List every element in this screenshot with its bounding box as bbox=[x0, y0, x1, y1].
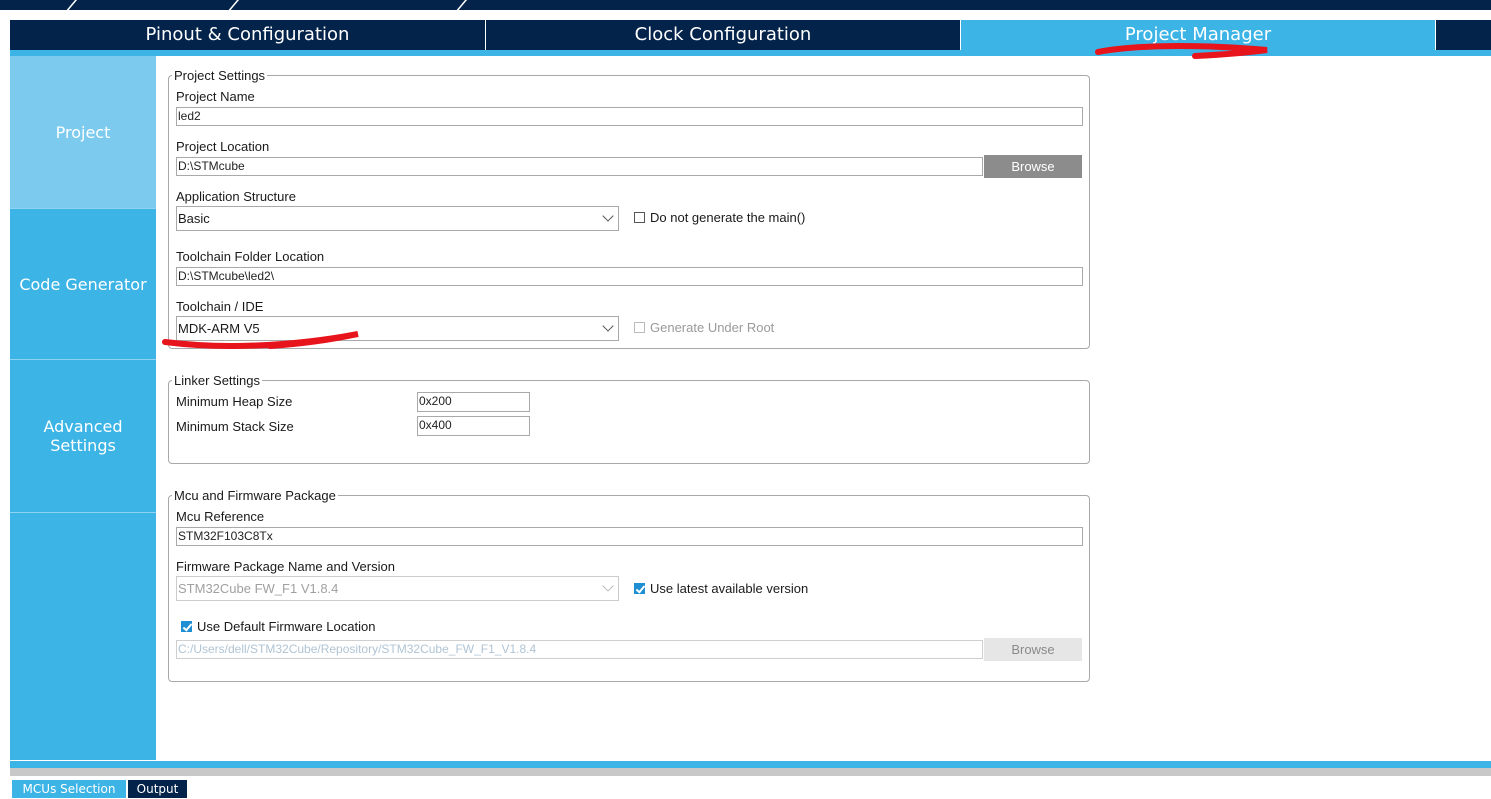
chevron-down-icon bbox=[602, 210, 614, 222]
use-default-firmware-location-checkbox[interactable]: Use Default Firmware Location bbox=[181, 619, 375, 634]
breadcrumb-separator bbox=[453, 0, 469, 10]
firmware-package-value: STM32Cube FW_F1 V1.8.4 bbox=[178, 581, 339, 596]
breadcrumb-separator bbox=[225, 0, 241, 10]
mcu-reference-input[interactable]: STM32F103C8Tx bbox=[176, 527, 1083, 546]
toolchain-folder-input[interactable]: D:\STMcube\led2\ bbox=[176, 267, 1083, 286]
heap-size-label: Minimum Heap Size bbox=[176, 394, 293, 409]
breadcrumb-strip bbox=[0, 0, 1491, 10]
project-name-input[interactable]: led2 bbox=[176, 107, 1083, 126]
do-not-generate-main-label: Do not generate the main() bbox=[650, 210, 806, 225]
tab-mcus-selection[interactable]: MCUs Selection bbox=[12, 780, 126, 798]
linker-settings-group: Linker Settings bbox=[168, 373, 1090, 464]
chevron-down-icon bbox=[602, 580, 614, 592]
sidebar-item-code-generator[interactable]: Code Generator bbox=[10, 209, 156, 359]
tab-pinout-configuration[interactable]: Pinout & Configuration bbox=[10, 20, 485, 50]
toolchain-ide-label: Toolchain / IDE bbox=[176, 299, 264, 314]
sidebar-divider bbox=[10, 512, 156, 513]
project-location-input[interactable]: D:\STMcube bbox=[176, 157, 983, 176]
tab-clock-configuration[interactable]: Clock Configuration bbox=[486, 20, 960, 50]
firmware-location-browse-button[interactable]: Browse bbox=[984, 638, 1082, 661]
sidebar-item-advanced-settings[interactable]: Advanced Settings bbox=[10, 360, 156, 512]
application-structure-select[interactable]: Basic bbox=[176, 206, 619, 231]
generate-under-root-label: Generate Under Root bbox=[650, 320, 775, 335]
checkbox-checked-icon bbox=[181, 621, 192, 632]
sidebar-item-project[interactable]: Project bbox=[10, 56, 156, 208]
mcu-firmware-legend: Mcu and Firmware Package bbox=[174, 488, 336, 503]
heap-size-input[interactable]: 0x200 bbox=[417, 392, 530, 412]
firmware-package-select[interactable]: STM32Cube FW_F1 V1.8.4 bbox=[176, 576, 619, 601]
firmware-package-label: Firmware Package Name and Version bbox=[176, 559, 395, 574]
red-underline-annotation bbox=[1095, 43, 1268, 59]
generate-under-root-checkbox[interactable]: Generate Under Root bbox=[634, 320, 774, 335]
application-structure-label: Application Structure bbox=[176, 189, 296, 204]
project-name-label: Project Name bbox=[176, 89, 255, 104]
mcu-reference-label: Mcu Reference bbox=[176, 509, 265, 524]
project-location-label: Project Location bbox=[176, 139, 270, 154]
tab-output[interactable]: Output bbox=[128, 780, 187, 798]
firmware-location-input[interactable]: C:/Users/dell/STM32Cube/Repository/STM32… bbox=[176, 640, 983, 659]
bottom-splitter[interactable] bbox=[10, 768, 1491, 776]
tab-divider bbox=[1435, 20, 1436, 50]
checkbox-icon bbox=[634, 212, 645, 223]
linker-settings-legend: Linker Settings bbox=[174, 373, 260, 388]
project-location-browse-button[interactable]: Browse bbox=[984, 155, 1082, 178]
do-not-generate-main-checkbox[interactable]: Do not generate the main() bbox=[634, 210, 805, 225]
toolchain-folder-label: Toolchain Folder Location bbox=[176, 249, 325, 264]
use-latest-version-label: Use latest available version bbox=[650, 581, 809, 596]
use-latest-version-checkbox[interactable]: Use latest available version bbox=[634, 581, 808, 596]
stack-size-input[interactable]: 0x400 bbox=[417, 416, 530, 436]
breadcrumb-separator bbox=[63, 0, 79, 10]
checkbox-checked-icon bbox=[634, 583, 645, 594]
use-default-firmware-location-label: Use Default Firmware Location bbox=[197, 619, 376, 634]
project-settings-legend: Project Settings bbox=[174, 68, 266, 83]
bottom-accent-bar bbox=[10, 761, 1491, 768]
stack-size-label: Minimum Stack Size bbox=[176, 419, 294, 434]
application-structure-value: Basic bbox=[178, 211, 210, 226]
red-underline-annotation bbox=[162, 331, 359, 349]
sidebar: Project Code Generator Advanced Settings bbox=[10, 56, 156, 760]
chevron-down-icon bbox=[602, 320, 614, 332]
checkbox-icon bbox=[634, 322, 645, 333]
